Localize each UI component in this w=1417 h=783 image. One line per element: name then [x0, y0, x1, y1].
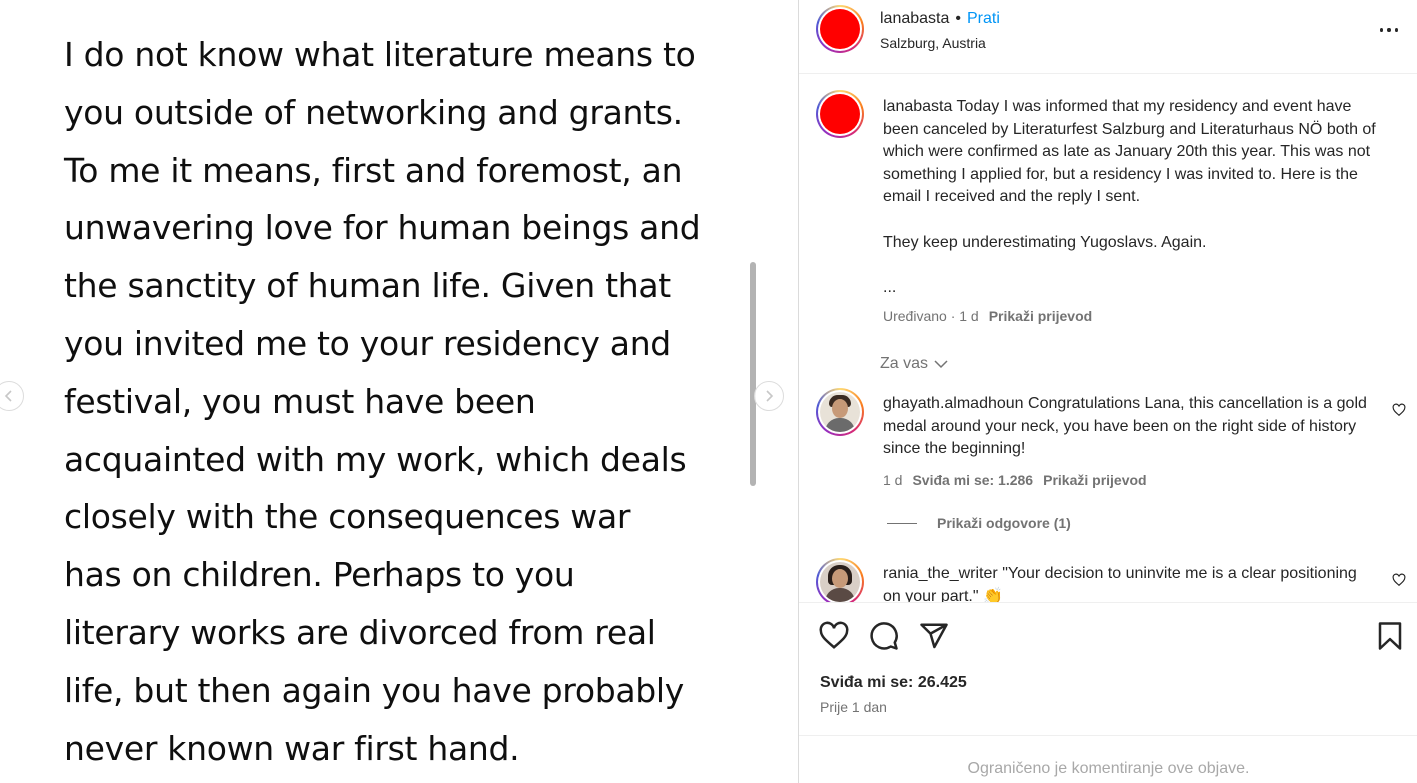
caption-edited: Uređivano · 1 d — [883, 308, 979, 324]
like-heart-icon[interactable] — [819, 621, 849, 651]
share-paper-plane-icon[interactable] — [919, 621, 949, 651]
more-dots-icon — [1380, 28, 1384, 32]
more-options-button[interactable] — [1378, 20, 1400, 40]
caption-avatar[interactable] — [816, 90, 864, 138]
comment-like-icon[interactable] — [1392, 403, 1406, 417]
for-you-label: Za vas — [880, 355, 929, 372]
author-line: lanabasta • Prati — [880, 10, 1000, 28]
comment-like-icon[interactable] — [1392, 573, 1406, 587]
author-avatar[interactable] — [816, 5, 864, 53]
comments-list[interactable]: lanabasta Today I was informed that my r… — [799, 75, 1417, 602]
comment-text-block: rania_the_writer "Your decision to uninv… — [883, 563, 1373, 602]
view-replies-label: Prikaži odgovore (1) — [937, 515, 1071, 531]
post-likes-count[interactable]: Sviđa mi se: 26.425 — [820, 674, 967, 692]
caption-text: Today I was informed that my residency a… — [883, 98, 1376, 296]
caption-translate-button[interactable]: Prikaži prijevod — [989, 308, 1092, 324]
separator-dot: • — [955, 10, 961, 27]
chevron-left-icon — [4, 390, 12, 402]
comment-translate-button[interactable]: Prikaži prijevod — [1043, 472, 1146, 488]
post-caption: lanabasta Today I was informed that my r… — [883, 96, 1383, 299]
comment-avatar[interactable] — [816, 388, 864, 436]
comment-time: 1 d — [883, 472, 903, 488]
media-scrollbar[interactable] — [750, 262, 756, 486]
comments-limited-notice: Ograničeno je komentiranje ove objave. — [967, 760, 1250, 777]
post-side-panel: lanabasta • Prati Salzburg, Austria lanaba… — [798, 0, 1417, 783]
comment-username[interactable]: ghayath.almadhoun — [883, 395, 1024, 412]
comment-bubble-icon[interactable] — [869, 621, 899, 651]
previous-slide-button[interactable] — [0, 381, 24, 411]
caption-meta: Uređivano · 1 d Prikaži prijevod — [883, 308, 1092, 324]
post-header: lanabasta • Prati Salzburg, Austria — [799, 0, 1417, 74]
chevron-right-icon — [766, 390, 774, 402]
bookmark-icon[interactable] — [1375, 621, 1405, 651]
comment-meta: 1 d Sviđa mi se: 1.286 Prikaži prijevod — [883, 472, 1147, 488]
next-slide-button[interactable] — [754, 381, 784, 411]
post-timestamp[interactable]: Prije 1 dan — [820, 699, 887, 715]
for-you-filter[interactable]: Za vas — [880, 355, 948, 373]
chevron-down-icon — [934, 360, 948, 369]
comment-likes-count[interactable]: Sviđa mi se: 1.286 — [912, 472, 1033, 488]
view-replies-button[interactable]: Prikaži odgovore (1) — [887, 515, 1071, 531]
author-username[interactable]: lanabasta — [880, 10, 949, 27]
comment-username[interactable]: rania_the_writer — [883, 565, 998, 582]
follow-button[interactable]: Prati — [967, 10, 1000, 27]
post-location[interactable]: Salzburg, Austria — [880, 35, 986, 51]
media-text: I do not know what literature means to y… — [64, 35, 701, 768]
post-media: I do not know what literature means to y… — [0, 0, 798, 783]
comment-avatar[interactable] — [816, 558, 864, 602]
post-actions: Sviđa mi se: 26.425 Prije 1 dan — [799, 602, 1417, 736]
comment-text-block: ghayath.almadhoun Congratulations Lana, … — [883, 393, 1373, 461]
caption-username[interactable]: lanabasta — [883, 98, 952, 115]
